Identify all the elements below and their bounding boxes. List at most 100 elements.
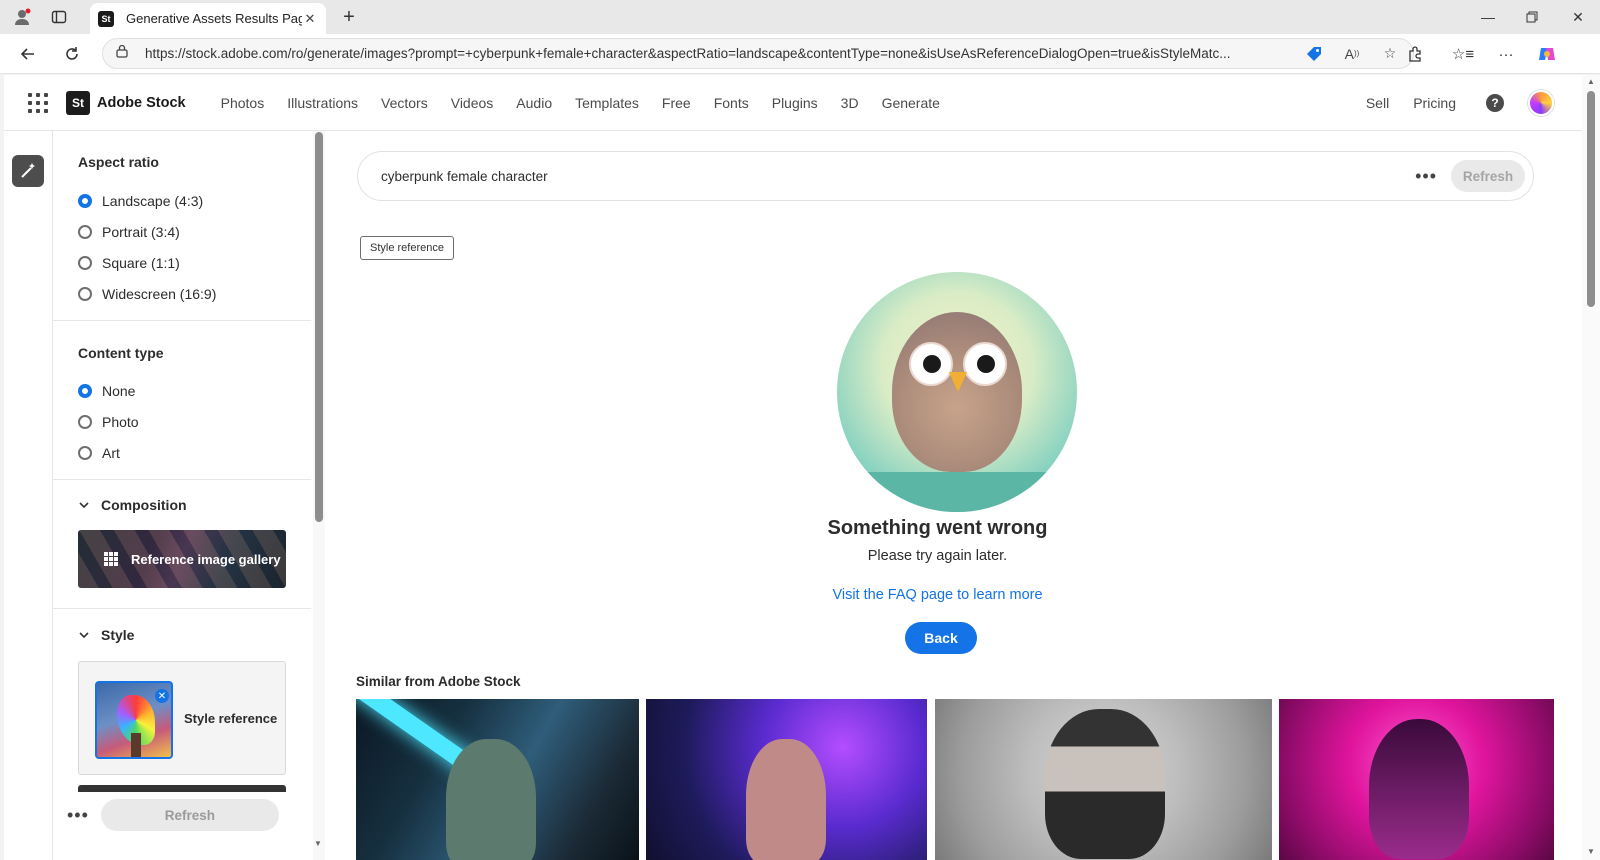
style-reference-label: Style reference — [184, 711, 278, 726]
owl-eye — [909, 342, 953, 386]
radio-square[interactable]: Square (1:1) — [78, 255, 180, 271]
main-content: cyberpunk female character ••• Refresh S… — [325, 131, 1582, 860]
radio-art[interactable]: Art — [78, 445, 120, 461]
similar-image-2[interactable] — [646, 699, 927, 860]
radio-widescreen[interactable]: Widescreen (16:9) — [78, 286, 216, 302]
error-title: Something went wrong — [827, 517, 1048, 539]
radio-label: Widescreen (16:9) — [102, 286, 217, 302]
radio-indicator[interactable] — [78, 256, 92, 270]
main-nav: Photos Illustrations Vectors Videos Audi… — [198, 95, 940, 111]
style-reference-thumbnail[interactable]: ✕ — [95, 681, 173, 759]
style-toggle[interactable]: Style — [78, 627, 134, 643]
app-switcher-icon[interactable] — [28, 92, 48, 113]
reference-gallery-button[interactable]: Reference image gallery — [78, 530, 286, 588]
more-options-icon[interactable]: ••• — [1415, 166, 1437, 187]
nav-audio[interactable]: Audio — [516, 95, 552, 111]
close-tab-icon[interactable]: ✕ — [302, 11, 318, 27]
panel-scrollbar[interactable]: ▼ — [313, 131, 325, 860]
composition-title: Composition — [101, 497, 187, 513]
nav-fonts[interactable]: Fonts — [714, 95, 749, 111]
read-aloud-icon[interactable]: A)) — [1341, 43, 1363, 65]
favorite-star-icon[interactable]: ☆ — [1379, 43, 1401, 65]
similar-image-3[interactable] — [935, 699, 1272, 860]
radio-indicator[interactable] — [78, 446, 92, 460]
tree-trunk-image — [131, 733, 141, 757]
radio-label: Portrait (3:4) — [102, 224, 180, 240]
copilot-icon[interactable] — [1536, 43, 1558, 65]
shopping-tag-icon[interactable] — [1303, 43, 1325, 65]
favorites-icon[interactable]: ☆≡ — [1452, 43, 1474, 65]
nav-templates[interactable]: Templates — [575, 95, 639, 111]
logo-text[interactable]: Adobe Stock — [97, 95, 186, 111]
remove-reference-icon[interactable]: ✕ — [155, 689, 169, 703]
back-arrow-icon[interactable] — [16, 42, 40, 66]
radio-indicator[interactable] — [78, 287, 92, 301]
pricing-link[interactable]: Pricing — [1413, 95, 1456, 111]
refresh-button[interactable]: Refresh — [1451, 160, 1525, 192]
nav-photos[interactable]: Photos — [221, 95, 265, 111]
url-text[interactable]: https://stock.adobe.com/ro/generate/imag… — [145, 46, 1287, 61]
radio-none[interactable]: None — [78, 383, 135, 399]
radio-indicator[interactable] — [78, 225, 92, 239]
radio-landscape[interactable]: Landscape (4:3) — [78, 193, 203, 209]
nav-videos[interactable]: Videos — [451, 95, 494, 111]
extensions-icon[interactable] — [1404, 43, 1426, 65]
aspect-ratio-title: Aspect ratio — [78, 154, 159, 170]
settings-more-icon[interactable]: ··· — [1495, 43, 1517, 65]
help-icon[interactable]: ? — [1486, 93, 1504, 112]
more-options-icon[interactable]: ••• — [67, 805, 89, 826]
style-reference-card[interactable]: ✕ Style reference — [78, 661, 286, 775]
scroll-thumb[interactable] — [315, 132, 323, 522]
profile-icon[interactable] — [12, 7, 32, 27]
restore-icon[interactable] — [1522, 7, 1542, 27]
similar-image-4[interactable] — [1279, 699, 1554, 860]
refresh-button[interactable]: Refresh — [100, 799, 279, 831]
error-subtitle: Please try again later. — [867, 548, 1008, 564]
adobe-stock-logo[interactable]: St — [66, 90, 90, 115]
scroll-down-arrow-icon[interactable]: ▼ — [314, 839, 322, 848]
reload-icon[interactable] — [60, 42, 84, 66]
radio-label: Square (1:1) — [102, 255, 180, 271]
magic-wand-icon[interactable] — [12, 155, 44, 187]
lock-icon[interactable] — [115, 44, 129, 63]
radio-selected-indicator[interactable] — [78, 194, 92, 208]
active-tab[interactable]: St Generative Assets Results Page ✕ — [90, 3, 326, 34]
nav-illustrations[interactable]: Illustrations — [287, 95, 358, 111]
tab-actions-icon[interactable] — [49, 7, 69, 27]
radio-selected-indicator[interactable] — [78, 384, 92, 398]
radio-photo[interactable]: Photo — [78, 414, 139, 430]
chevron-down-icon — [78, 629, 90, 641]
prompt-input[interactable]: cyberpunk female character — [381, 169, 1415, 184]
nav-free[interactable]: Free — [662, 95, 691, 111]
nav-vectors[interactable]: Vectors — [381, 95, 428, 111]
owl-beak — [949, 372, 967, 392]
back-button[interactable]: Back — [905, 622, 977, 654]
style-reference-tag[interactable]: Style reference — [360, 236, 454, 260]
scroll-down-arrow-icon[interactable]: ▼ — [1587, 847, 1595, 856]
scroll-up-arrow-icon[interactable]: ▲ — [1587, 77, 1595, 86]
sell-link[interactable]: Sell — [1366, 95, 1389, 111]
faq-link[interactable]: Visit the FAQ page to learn more — [325, 587, 1550, 603]
radio-portrait[interactable]: Portrait (3:4) — [78, 224, 180, 240]
owl-eye — [963, 342, 1007, 386]
close-window-icon[interactable]: ✕ — [1568, 7, 1588, 27]
radio-indicator[interactable] — [78, 415, 92, 429]
nav-3d[interactable]: 3D — [841, 95, 859, 111]
site-header: St Adobe Stock Photos Illustrations Vect… — [4, 75, 1582, 131]
composition-toggle[interactable]: Composition — [78, 497, 187, 513]
nav-plugins[interactable]: Plugins — [772, 95, 818, 111]
new-tab-icon[interactable]: + — [337, 5, 361, 29]
similar-image-1[interactable] — [356, 699, 639, 860]
avatar[interactable] — [1528, 89, 1554, 116]
nav-generate[interactable]: Generate — [882, 95, 940, 111]
radio-label: Photo — [102, 414, 139, 430]
filter-panel: Aspect ratio Landscape (4:3) Portrait (3… — [53, 131, 315, 860]
page-scrollbar[interactable]: ▲ ▼ — [1582, 75, 1600, 860]
url-field[interactable]: https://stock.adobe.com/ro/generate/imag… — [102, 38, 1414, 69]
scroll-thumb[interactable] — [1587, 91, 1595, 307]
owl-body — [892, 312, 1022, 472]
minimize-icon[interactable]: — — [1478, 7, 1498, 27]
divider — [53, 320, 311, 321]
prompt-bar[interactable]: cyberpunk female character ••• Refresh — [357, 151, 1534, 201]
divider — [53, 479, 311, 480]
